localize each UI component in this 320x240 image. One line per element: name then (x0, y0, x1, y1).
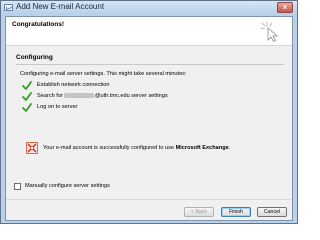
step-label: Search for @uth.tmc.edu server settings (37, 93, 168, 99)
step-network: Establish network connection (22, 81, 222, 90)
dialog-window: Add New E-mail Account x Congratulations… (0, 0, 298, 224)
step-search: Search for @uth.tmc.edu server settings (22, 92, 222, 101)
window-title: Add New E-mail Account (16, 2, 105, 11)
check-icon (22, 92, 32, 101)
step-label: Log on to server (37, 104, 78, 110)
cancel-button[interactable]: Cancel (257, 207, 287, 217)
success-server-type: Microsoft Exchange (175, 145, 229, 151)
title-bar[interactable]: Add New E-mail Account x (1, 1, 297, 15)
success-message: Your e-mail account is successfully conf… (43, 145, 230, 151)
header-title: Congratulations! (12, 21, 64, 28)
redacted-username (63, 93, 94, 99)
mail-account-icon (4, 4, 13, 11)
step-label-prefix: Search for (37, 93, 63, 99)
section-divider (16, 64, 284, 65)
section-title: Configuring (16, 54, 53, 61)
back-button[interactable]: < Back (184, 207, 214, 217)
wizard-header: Congratulations! (6, 17, 292, 46)
manual-config-row[interactable]: Manually configure server settings (14, 183, 174, 191)
exchange-icon (26, 142, 38, 154)
manual-config-checkbox[interactable] (14, 183, 21, 190)
close-button[interactable]: x (277, 2, 293, 13)
wizard-cursor-icon (260, 21, 279, 42)
manual-config-label[interactable]: Manually configure server settings (25, 183, 110, 189)
finish-button[interactable]: Finish (221, 207, 251, 217)
configuring-intro: Configuring e-mail server settings. This… (20, 71, 187, 77)
success-end: . (228, 145, 231, 151)
success-text: Your e-mail account is successfully conf… (43, 145, 175, 151)
check-icon (22, 81, 32, 90)
dialog-body: Congratulations! Configuring Configuring… (5, 16, 293, 221)
step-label-suffix: @uth.tmc.edu server settings (94, 93, 168, 99)
footer-divider (6, 199, 292, 200)
step-label: Establish network connection (37, 82, 110, 88)
step-logon: Log on to server (22, 103, 222, 112)
check-icon (22, 103, 32, 112)
